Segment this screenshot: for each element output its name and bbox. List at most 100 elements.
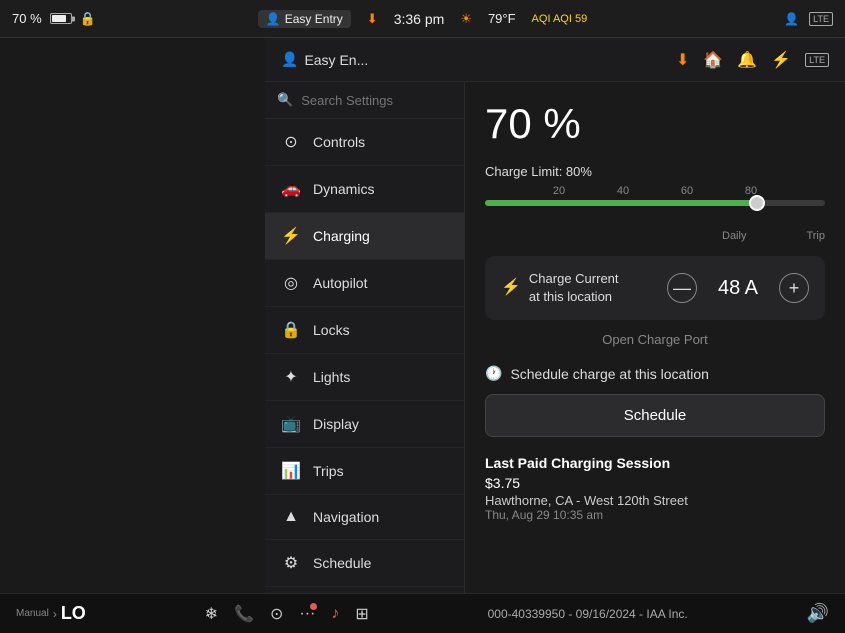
download-header-icon[interactable]: ⬇	[676, 50, 689, 70]
content-area: 70 % Charge Limit: 80% 20 40 60 80 Daily…	[465, 82, 845, 593]
schedule-button[interactable]: Schedule	[485, 394, 825, 437]
sidebar-item-lights[interactable]: ✦ Lights	[265, 354, 464, 401]
sidebar-item-schedule[interactable]: ⚙ Schedule	[265, 540, 464, 587]
scale-20: 20	[549, 185, 569, 197]
header-icons: ⬇ 🏠 🔔 ⚡ LTE	[676, 50, 829, 70]
taskbar-left: Manual › LO	[16, 603, 86, 624]
sidebar-item-autopilot[interactable]: ◎ Autopilot	[265, 260, 464, 307]
easy-entry-header-label: Easy En...	[304, 52, 368, 68]
slider-thumb[interactable]	[749, 195, 765, 211]
charge-bolt-icon: ⚡	[501, 277, 521, 299]
lights-label: Lights	[313, 369, 350, 385]
dynamics-icon: 🚗	[281, 179, 301, 199]
sidebar-item-locks[interactable]: 🔒 Locks	[265, 307, 464, 354]
gear-lo-label: LO	[61, 603, 86, 624]
charge-stepper: — 48 A +	[667, 273, 809, 303]
time-display: 3:36 pm	[394, 11, 445, 27]
sidebar-item-dynamics[interactable]: 🚗 Dynamics	[265, 166, 464, 213]
locks-label: Locks	[313, 322, 350, 338]
trips-icon: 📊	[281, 461, 301, 481]
increment-button[interactable]: +	[779, 273, 809, 303]
bell-header-icon[interactable]: 🔔	[737, 50, 757, 70]
grid-icon[interactable]: ⊞	[355, 604, 368, 624]
navigation-icon: ▲	[281, 508, 301, 526]
last-paid-location: Hawthorne, CA - West 120th Street	[485, 493, 825, 508]
gear-display: Manual › LO	[16, 603, 86, 624]
autopilot-icon: ◎	[281, 273, 301, 293]
volume-icon[interactable]: 🔊	[807, 603, 829, 624]
charge-limit-row: Charge Limit: 80%	[485, 164, 825, 179]
display-label: Display	[313, 416, 359, 432]
sidebar-item-display[interactable]: 📺 Display	[265, 401, 464, 448]
search-input[interactable]	[301, 93, 465, 108]
charge-current-value: 48 A	[713, 277, 763, 300]
display-icon: 📺	[281, 414, 301, 434]
charge-limit-label: Charge Limit: 80%	[485, 164, 592, 179]
taskbar: Manual › LO ❄ 📞 ⊙ ··· ♪ ⊞ 000-40339950 -…	[0, 593, 845, 633]
sidebar-item-controls[interactable]: ⊙ Controls	[265, 119, 464, 166]
ac-icon[interactable]: ❄	[205, 604, 218, 624]
status-left: 70 % 🔒	[12, 11, 132, 27]
decrement-button[interactable]: —	[667, 273, 697, 303]
daily-trip-labels: Daily Trip	[485, 230, 825, 242]
scale-60: 60	[677, 185, 697, 197]
slider-scale: 20 40 60 80	[485, 185, 825, 197]
last-paid-title: Last Paid Charging Session	[485, 455, 825, 471]
easy-entry-header: 👤 Easy En...	[281, 51, 368, 68]
status-bar: 70 % 🔒 👤 Easy Entry ⬇ 3:36 pm ☀ 79°F AQI…	[0, 0, 845, 38]
bluetooth-header-icon[interactable]: ⚡	[771, 50, 791, 70]
battery-icon	[50, 13, 72, 24]
trip-label: Trip	[806, 230, 825, 242]
sidebar-item-navigation[interactable]: ▲ Navigation	[265, 495, 464, 540]
last-paid-amount: $3.75	[485, 475, 825, 491]
profile-icon-header: 👤	[281, 51, 298, 68]
controls-label: Controls	[313, 134, 365, 150]
slider-fill	[485, 200, 757, 206]
autopilot-label: Autopilot	[313, 275, 367, 291]
charging-label: Charging	[313, 228, 370, 244]
battery-percent: 70 %	[12, 11, 42, 26]
camera-icon[interactable]: ⊙	[270, 604, 283, 624]
phone-icon[interactable]: 📞	[234, 604, 254, 624]
charge-current-row: ⚡ Charge Current at this location — 48 A…	[485, 256, 825, 320]
sidebar-item-charging[interactable]: ⚡ Charging	[265, 213, 464, 260]
home-header-icon[interactable]: 🏠	[703, 50, 723, 70]
sidebar-item-trips[interactable]: 📊 Trips	[265, 448, 464, 495]
navigation-label: Navigation	[313, 509, 379, 525]
taskbar-icons: ❄ 📞 ⊙ ··· ♪ ⊞	[205, 604, 369, 624]
charging-icon: ⚡	[281, 226, 301, 246]
easy-entry-badge[interactable]: 👤 Easy Entry	[258, 10, 351, 28]
apps-icon[interactable]: ···	[299, 605, 315, 623]
sun-icon: ☀	[460, 11, 472, 27]
music-icon[interactable]: ♪	[331, 605, 339, 623]
status-center: 👤 Easy Entry ⬇ 3:36 pm ☀ 79°F AQI AQI 59	[132, 10, 713, 28]
settings-nav: 🔍 ⊙ Controls 🚗 Dynamics ⚡ Charging ◎ Aut…	[265, 82, 465, 593]
daily-label: Daily	[722, 230, 746, 242]
dynamics-label: Dynamics	[313, 181, 374, 197]
schedule-icon: ⚙	[281, 553, 301, 573]
aqi-badge: AQI AQI 59	[532, 13, 588, 25]
download-icon: ⬇	[367, 11, 378, 27]
lock-icon: 🔒	[80, 11, 96, 27]
schedule-charge-label: Schedule charge at this location	[510, 366, 708, 382]
clock-icon: 🕐	[485, 365, 502, 382]
charge-current-label: ⚡ Charge Current at this location	[501, 270, 631, 306]
locks-icon: 🔒	[281, 320, 301, 340]
schedule-label: Schedule	[313, 555, 371, 571]
search-icon: 🔍	[277, 92, 293, 108]
lte-header-indicator: LTE	[805, 53, 829, 67]
charge-limit-slider[interactable]	[485, 200, 825, 206]
easy-entry-label: Easy Entry	[285, 12, 343, 26]
last-paid-date: Thu, Aug 29 10:35 am	[485, 508, 825, 522]
temperature: 79°F	[488, 11, 516, 26]
slider-track	[485, 200, 825, 206]
open-charge-port-btn[interactable]: Open Charge Port	[485, 332, 825, 347]
charge-percent: 70 %	[485, 100, 825, 148]
scale-40: 40	[613, 185, 633, 197]
device-id: 000-40339950 - 09/16/2024 - IAA Inc.	[488, 607, 688, 621]
nav-items: ⊙ Controls 🚗 Dynamics ⚡ Charging ◎ Autop…	[265, 119, 464, 593]
status-right: 👤 LTE	[713, 12, 833, 26]
top-header-bar: 👤 Easy En... ⬇ 🏠 🔔 ⚡ LTE	[265, 38, 845, 82]
last-charging-section: Last Paid Charging Session $3.75 Hawthor…	[485, 455, 825, 522]
search-box: 🔍	[265, 82, 464, 119]
